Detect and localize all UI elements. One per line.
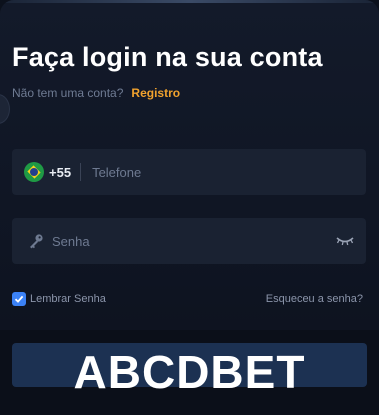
no-account-text: Não tem uma conta? — [12, 86, 124, 100]
login-title: Faça login na sua conta — [12, 42, 323, 72]
remember-label: Lembrar Senha — [30, 293, 106, 305]
key-icon — [30, 234, 43, 249]
register-prompt: Não tem uma conta? Registro — [12, 86, 180, 100]
eye-closed-icon[interactable] — [336, 236, 354, 246]
country-code[interactable]: +55 — [49, 165, 71, 180]
divider — [80, 163, 82, 181]
side-handle[interactable] — [0, 94, 10, 124]
brazil-flag-icon[interactable] — [24, 162, 44, 182]
phone-field[interactable]: +55 Telefone — [12, 149, 366, 195]
login-modal: Faça login na sua conta Não tem uma cont… — [0, 0, 379, 415]
check-icon — [14, 295, 24, 303]
brand-watermark: ABCDBET — [73, 346, 306, 398]
password-input[interactable]: Senha — [52, 234, 90, 249]
forgot-password-link[interactable]: Esqueceu a senha? — [266, 293, 363, 305]
password-field[interactable]: Senha — [12, 218, 366, 264]
remember-checkbox[interactable] — [12, 292, 26, 306]
phone-input[interactable]: Telefone — [92, 165, 141, 180]
register-link[interactable]: Registro — [131, 86, 180, 100]
remember-option[interactable]: Lembrar Senha — [12, 292, 106, 306]
